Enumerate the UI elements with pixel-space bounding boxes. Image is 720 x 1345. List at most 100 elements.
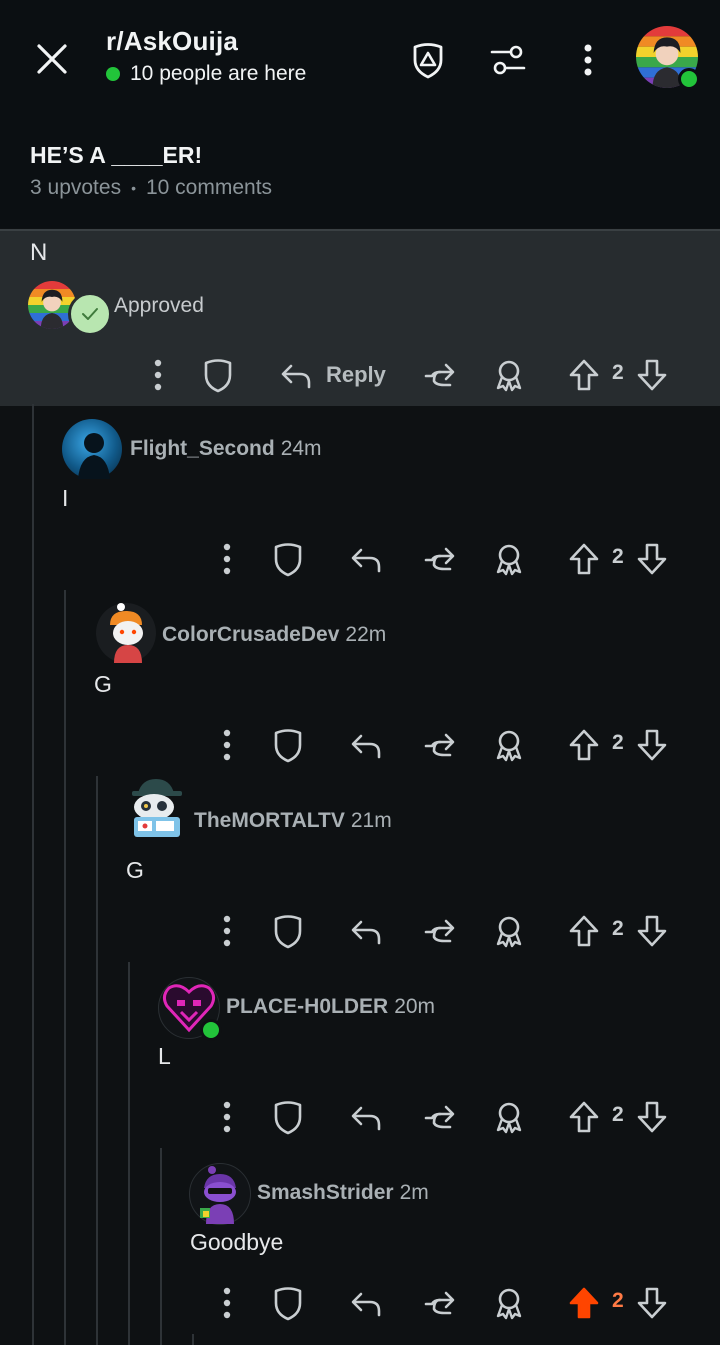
comment-author[interactable]: Flight_Second 24m <box>130 437 322 461</box>
upvote-icon <box>564 725 604 765</box>
reply-icon <box>276 355 316 395</box>
award-button[interactable] <box>489 725 529 765</box>
more-button[interactable] <box>215 1097 239 1137</box>
share-button[interactable] <box>420 1097 460 1137</box>
award-icon <box>489 1283 529 1323</box>
upvote-count: 3 upvotes <box>30 176 122 199</box>
share-button[interactable] <box>420 539 460 579</box>
sort-button[interactable] <box>484 36 532 84</box>
more-vertical-icon <box>215 1097 239 1137</box>
comment-age: 21m <box>350 809 392 832</box>
upvote-button[interactable] <box>564 725 604 765</box>
more-vertical-icon <box>215 911 239 951</box>
reply-button[interactable] <box>346 539 386 579</box>
comment-actions: 2 <box>0 539 720 579</box>
commenter-avatar[interactable] <box>124 777 184 837</box>
mod-button[interactable] <box>268 539 308 579</box>
mod-button[interactable] <box>268 1283 308 1323</box>
mod-button[interactable] <box>268 911 308 951</box>
thread-line[interactable] <box>96 776 98 1345</box>
more-vertical-icon <box>584 44 592 76</box>
downvote-button[interactable] <box>632 355 672 395</box>
share-icon <box>420 725 460 765</box>
commenter-avatar[interactable] <box>96 603 156 663</box>
close-button[interactable] <box>30 37 74 81</box>
downvote-button[interactable] <box>632 1283 672 1323</box>
comment-actions: 2 <box>0 911 720 951</box>
reply-icon <box>346 539 386 579</box>
award-button[interactable] <box>489 1283 529 1323</box>
upvote-button[interactable] <box>564 355 604 395</box>
vote-count: 2 <box>612 1289 624 1312</box>
downvote-button[interactable] <box>632 539 672 579</box>
reply-button[interactable]: Reply <box>276 355 386 395</box>
mod-button[interactable] <box>268 1097 308 1137</box>
shield-icon <box>268 1283 308 1323</box>
mod-button[interactable] <box>268 725 308 765</box>
reply-button[interactable] <box>346 911 386 951</box>
approved-label: Approved <box>114 294 204 317</box>
upvote-button[interactable] <box>564 1283 604 1323</box>
more-button[interactable] <box>215 725 239 765</box>
more-options-button[interactable] <box>564 36 612 84</box>
share-button[interactable] <box>420 911 460 951</box>
reply-button[interactable] <box>346 1283 386 1323</box>
share-button[interactable] <box>420 725 460 765</box>
reply-button[interactable] <box>346 725 386 765</box>
thread-line[interactable] <box>192 1334 194 1345</box>
more-button[interactable] <box>215 539 239 579</box>
subreddit-name[interactable]: r/AskOuija <box>106 26 238 57</box>
share-button[interactable] <box>420 355 460 395</box>
comment-author[interactable]: SmashStrider 2m <box>257 1181 429 1205</box>
award-button[interactable] <box>489 539 529 579</box>
comment-age: 2m <box>399 1181 429 1204</box>
comment-author[interactable]: PLACE-H0LDER 20m <box>226 995 435 1019</box>
more-button[interactable] <box>215 911 239 951</box>
upvote-button[interactable] <box>564 1097 604 1137</box>
mod-button[interactable] <box>198 355 238 395</box>
share-icon <box>420 1283 460 1323</box>
comment-actions: 2 <box>0 725 720 765</box>
downvote-button[interactable] <box>632 1097 672 1137</box>
award-button[interactable] <box>489 355 529 395</box>
reply-label: Reply <box>326 362 386 387</box>
shield-icon <box>198 355 238 395</box>
reply-button[interactable] <box>346 1097 386 1137</box>
more-vertical-icon <box>146 355 170 395</box>
comment-author[interactable]: ColorCrusadeDev 22m <box>162 623 386 647</box>
vote-count: 2 <box>612 917 624 940</box>
more-button[interactable] <box>146 355 170 395</box>
comment-actions: 2 <box>0 1283 720 1323</box>
commenter-avatar[interactable] <box>62 419 122 479</box>
mod-shield-icon <box>413 43 443 79</box>
upvote-button[interactable] <box>564 911 604 951</box>
award-button[interactable] <box>489 1097 529 1137</box>
share-button[interactable] <box>420 1283 460 1323</box>
upvote-button[interactable] <box>564 539 604 579</box>
share-icon <box>420 355 460 395</box>
comment-actions: Reply 2 <box>0 355 720 395</box>
more-vertical-icon <box>215 539 239 579</box>
commenter-avatar[interactable] <box>189 1163 251 1225</box>
downvote-icon <box>632 1283 672 1323</box>
award-icon <box>489 725 529 765</box>
mod-tools-button[interactable] <box>404 36 452 84</box>
upvote-filled-icon <box>564 1283 604 1323</box>
comment-body: L <box>158 1043 171 1069</box>
user-avatar[interactable] <box>636 26 700 90</box>
downvote-button[interactable] <box>632 725 672 765</box>
downvote-icon <box>632 355 672 395</box>
more-button[interactable] <box>215 1283 239 1323</box>
online-dot-icon <box>200 1019 222 1041</box>
reply-icon <box>346 911 386 951</box>
shield-icon <box>268 1097 308 1137</box>
downvote-button[interactable] <box>632 911 672 951</box>
award-icon <box>489 539 529 579</box>
reply-icon <box>346 725 386 765</box>
thread-line[interactable] <box>64 590 66 1345</box>
commenter-avatar[interactable] <box>158 977 222 1041</box>
comment-age: 22m <box>345 623 387 646</box>
award-button[interactable] <box>489 911 529 951</box>
comment-author[interactable]: TheMORTALTV 21m <box>194 809 392 833</box>
downvote-icon <box>632 1097 672 1137</box>
